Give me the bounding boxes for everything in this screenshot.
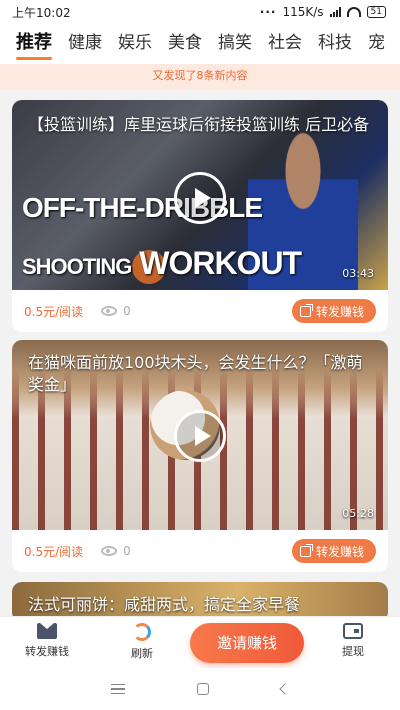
eye-icon <box>101 306 118 316</box>
tab-funny[interactable]: 搞笑 <box>210 24 260 64</box>
nav-withdraw-label: 提现 <box>342 645 364 658</box>
price-per-read: 0.5元/阅读 <box>24 544 84 559</box>
tab-entertainment[interactable]: 娱乐 <box>110 24 160 64</box>
home-icon[interactable] <box>197 683 209 695</box>
status-indicators: ··· 115K/s 51 <box>260 5 386 19</box>
card-meta: 0.5元/阅读 0 转发赚钱 <box>12 530 388 572</box>
refresh-icon <box>133 623 151 641</box>
tab-society[interactable]: 社会 <box>260 24 310 64</box>
video-title[interactable]: 在猫咪面前放100块木头，会发生什么？「激萌奖金」 <box>28 352 372 396</box>
system-navigation <box>0 668 400 710</box>
nav-share-earn-label: 转发赚钱 <box>25 645 69 658</box>
thumb-caption-2b: WORKOUT <box>139 245 302 281</box>
video-thumbnail[interactable]: 在猫咪面前放100块木头，会发生什么？「激萌奖金」 05:28 <box>12 340 388 530</box>
thumb-caption-2: SHOOTING WORKOUT <box>22 245 302 282</box>
notification-dots: ··· <box>259 5 277 19</box>
back-icon[interactable] <box>279 683 291 695</box>
video-duration: 05:28 <box>342 507 374 520</box>
video-title[interactable]: 【投篮训练】库里运球后衔接投篮训练 后卫必备 <box>28 114 372 136</box>
view-count-value: 0 <box>123 304 131 318</box>
share-earn-label: 转发赚钱 <box>315 304 364 319</box>
eye-icon <box>101 546 118 556</box>
tab-food[interactable]: 美食 <box>160 24 210 64</box>
signal-icon <box>329 7 341 17</box>
share-earn-label: 转发赚钱 <box>315 544 364 559</box>
share-earn-button[interactable]: 转发赚钱 <box>291 539 376 563</box>
video-duration: 03:43 <box>342 267 374 280</box>
play-icon[interactable] <box>174 410 226 462</box>
share-icon <box>299 543 313 557</box>
nav-share-earn[interactable]: 转发赚钱 <box>12 623 82 659</box>
envelope-icon <box>37 623 57 639</box>
share-icon <box>299 303 313 317</box>
view-count-value: 0 <box>123 544 131 558</box>
thumb-caption-2a: SHOOTING <box>22 254 132 279</box>
nav-refresh-label: 刷新 <box>131 647 153 660</box>
network-speed: 115K/s <box>282 5 324 19</box>
video-title[interactable]: 法式可丽饼：咸甜两式，搞定全家早餐 <box>28 594 372 616</box>
battery-icon: 51 <box>366 6 386 18</box>
card-meta: 0.5元/阅读 0 转发赚钱 <box>12 290 388 332</box>
tab-pets[interactable]: 宠 <box>360 24 393 64</box>
play-icon[interactable] <box>174 172 226 224</box>
price-per-read: 0.5元/阅读 <box>24 304 84 319</box>
invite-earn-button[interactable]: 邀请赚钱 <box>190 623 304 663</box>
menu-icon[interactable] <box>111 684 125 694</box>
tab-health[interactable]: 健康 <box>60 24 110 64</box>
bottom-navigation: 转发赚钱 刷新 邀请赚钱 提现 <box>0 616 400 668</box>
thumb-caption-1: OFF-THE-DRIBBLE <box>22 192 263 223</box>
category-tabs: 推荐 健康 娱乐 美食 搞笑 社会 科技 宠 <box>0 24 400 64</box>
tab-recommend[interactable]: 推荐 <box>8 24 60 64</box>
share-earn-button[interactable]: 转发赚钱 <box>291 299 376 323</box>
wifi-icon <box>346 7 361 17</box>
new-content-notice: 又发现了8条新内容 <box>0 64 400 90</box>
nav-withdraw[interactable]: 提现 <box>318 623 388 659</box>
status-time: 上午10:02 <box>12 5 71 20</box>
status-bar: 上午10:02 ··· 115K/s 51 <box>0 0 400 24</box>
view-count: 0 <box>101 304 131 318</box>
tab-tech[interactable]: 科技 <box>310 24 360 64</box>
video-card[interactable]: 在猫咪面前放100块木头，会发生什么？「激萌奖金」 05:28 0.5元/阅读 … <box>12 340 388 572</box>
video-card[interactable]: OFF-THE-DRIBBLE SHOOTING WORKOUT 【投篮训练】库… <box>12 100 388 332</box>
wallet-icon <box>343 623 363 639</box>
nav-refresh[interactable]: 刷新 <box>107 623 177 661</box>
video-thumbnail[interactable]: OFF-THE-DRIBBLE SHOOTING WORKOUT 【投篮训练】库… <box>12 100 388 290</box>
view-count: 0 <box>101 544 131 558</box>
